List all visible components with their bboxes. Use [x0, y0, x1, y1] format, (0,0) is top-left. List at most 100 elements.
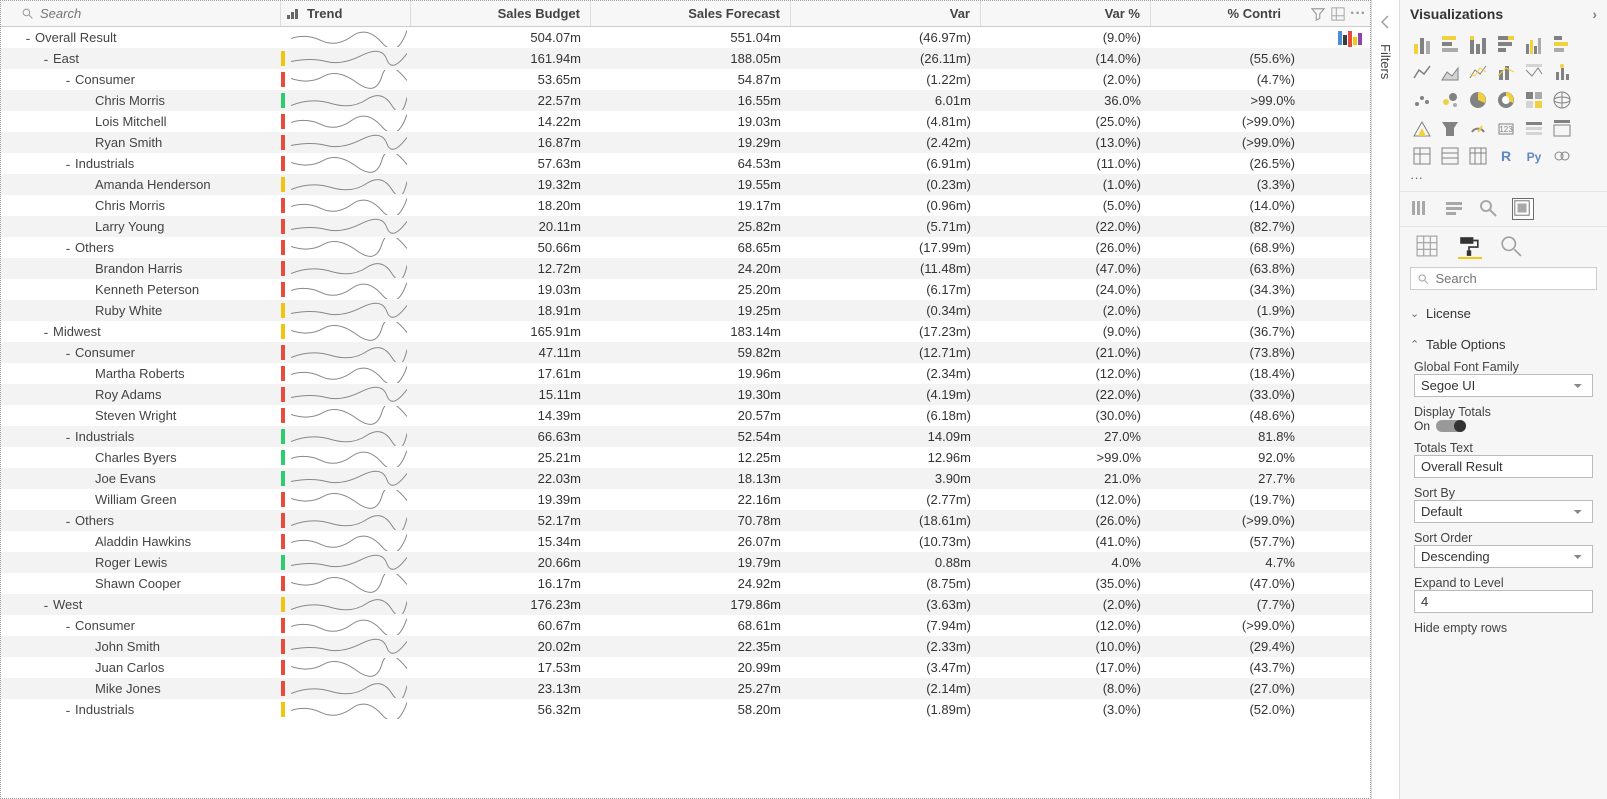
table-row[interactable]: -Overall Result504.07m551.04m(46.97m)(9.… [1, 27, 1370, 48]
table-row[interactable]: -Consumer53.65m54.87m(1.22m)(2.0%)(4.7%) [1, 69, 1370, 90]
expand-level-input[interactable] [1414, 590, 1593, 613]
table-row[interactable]: Roger Lewis20.66m19.79m0.88m4.0%4.7% [1, 552, 1370, 573]
viz-type-icon[interactable] [1438, 116, 1462, 140]
more-options-icon[interactable]: ··· [1350, 6, 1366, 22]
table-row[interactable]: Martha Roberts17.61m19.96m(2.34m)(12.0%)… [1, 363, 1370, 384]
analytics-icon[interactable] [1478, 198, 1500, 220]
viz-type-icon[interactable] [1550, 88, 1574, 112]
table-row[interactable]: Chris Morris18.20m19.17m(0.96m)(5.0%)(14… [1, 195, 1370, 216]
contri-column-header[interactable]: % Contri [1151, 1, 1321, 26]
filters-collapsed-pane[interactable]: Filters [1371, 0, 1399, 799]
table-row[interactable]: Larry Young20.11m25.82m(5.71m)(22.0%)(82… [1, 216, 1370, 237]
sortorder-select[interactable]: Descending [1414, 545, 1593, 568]
viz-type-icon[interactable] [1522, 32, 1546, 56]
forecast-column-header[interactable]: Sales Forecast [591, 1, 791, 26]
font-family-select[interactable]: Segoe UI [1414, 374, 1593, 397]
display-totals-toggle[interactable]: On [1414, 419, 1593, 433]
viz-type-icon[interactable] [1410, 60, 1434, 84]
table-row[interactable]: -Others52.17m70.78m(18.61m)(26.0%)(>99.0… [1, 510, 1370, 531]
expander-icon[interactable]: - [39, 598, 53, 612]
table-row[interactable]: Steven Wright14.39m20.57m(6.18m)(30.0%)(… [1, 405, 1370, 426]
viz-type-icon[interactable] [1522, 60, 1546, 84]
table-row[interactable]: William Green19.39m22.16m(2.77m)(12.0%)(… [1, 489, 1370, 510]
var-column-header[interactable]: Var [791, 1, 981, 26]
table-row[interactable]: -West176.23m179.86m(3.63m)(2.0%)(7.7%) [1, 594, 1370, 615]
format-icon[interactable] [1444, 198, 1466, 220]
table-row[interactable]: Brandon Harris12.72m24.20m(11.48m)(47.0%… [1, 258, 1370, 279]
viz-type-icon[interactable] [1550, 144, 1574, 168]
viz-type-icon[interactable] [1410, 144, 1434, 168]
table-row[interactable]: -Midwest165.91m183.14m(17.23m)(9.0%)(36.… [1, 321, 1370, 342]
table-row[interactable]: Shawn Cooper16.17m24.92m(8.75m)(35.0%)(4… [1, 573, 1370, 594]
table-row[interactable]: Charles Byers25.21m12.25m12.96m>99.0%92.… [1, 447, 1370, 468]
filter-icon[interactable] [1310, 6, 1326, 22]
viz-type-icon[interactable] [1522, 116, 1546, 140]
viz-more-button[interactable]: ··· [1400, 170, 1607, 191]
table-row[interactable]: Ruby White18.91m19.25m(0.34m)(2.0%)(1.9%… [1, 300, 1370, 321]
table-row[interactable]: Aladdin Hawkins15.34m26.07m(10.73m)(41.0… [1, 531, 1370, 552]
custom-format-icon[interactable] [1512, 198, 1534, 220]
expander-icon[interactable]: - [61, 157, 75, 171]
viz-type-icon[interactable] [1494, 88, 1518, 112]
license-section-header[interactable]: ⌄ License [1400, 302, 1607, 325]
expander-icon[interactable]: - [61, 430, 75, 444]
viz-type-icon[interactable] [1466, 60, 1490, 84]
table-row[interactable]: -Consumer47.11m59.82m(12.71m)(21.0%)(73.… [1, 342, 1370, 363]
table-row[interactable]: Chris Morris22.57m16.55m6.01m36.0%>99.0% [1, 90, 1370, 111]
trend-column-header[interactable]: Trend [281, 1, 411, 26]
table-options-section-header[interactable]: ⌃ Table Options [1400, 333, 1607, 356]
viz-type-icon[interactable] [1494, 60, 1518, 84]
viz-type-icon[interactable] [1410, 32, 1434, 56]
expand-pane-icon[interactable] [1378, 14, 1394, 30]
table-row[interactable]: -Industrials56.32m58.20m(1.89m)(3.0%)(52… [1, 699, 1370, 720]
varp-column-header[interactable]: Var % [981, 1, 1151, 26]
viz-type-icon[interactable] [1550, 60, 1574, 84]
tab-magnify[interactable] [1500, 235, 1524, 259]
format-search-input[interactable] [1436, 271, 1591, 286]
totals-text-input[interactable] [1414, 455, 1593, 478]
table-row[interactable]: John Smith20.02m22.35m(2.33m)(10.0%)(29.… [1, 636, 1370, 657]
viz-type-icon[interactable] [1410, 116, 1434, 140]
table-row[interactable]: Roy Adams15.11m19.30m(4.19m)(22.0%)(33.0… [1, 384, 1370, 405]
viz-type-icon[interactable] [1438, 32, 1462, 56]
viz-type-icon[interactable] [1438, 144, 1462, 168]
table-row[interactable]: -Consumer60.67m68.61m(7.94m)(12.0%)(>99.… [1, 615, 1370, 636]
expander-icon[interactable]: - [61, 346, 75, 360]
viz-type-icon[interactable] [1466, 32, 1490, 56]
viz-type-icon[interactable] [1466, 88, 1490, 112]
table-row[interactable]: Amanda Henderson19.32m19.55m(0.23m)(1.0%… [1, 174, 1370, 195]
table-row[interactable]: Ryan Smith16.87m19.29m(2.42m)(13.0%)(>99… [1, 132, 1370, 153]
viz-type-icon[interactable]: Py [1522, 144, 1546, 168]
expander-icon[interactable]: - [61, 619, 75, 633]
viz-type-icon[interactable] [1466, 116, 1490, 140]
viz-type-icon[interactable]: R [1494, 144, 1518, 168]
table-row[interactable]: -Industrials57.63m64.53m(6.91m)(11.0%)(2… [1, 153, 1370, 174]
expander-icon[interactable]: - [39, 325, 53, 339]
table-row[interactable]: Juan Carlos17.53m20.99m(3.47m)(17.0%)(43… [1, 657, 1370, 678]
sortby-select[interactable]: Default [1414, 500, 1593, 523]
expander-icon[interactable]: - [61, 703, 75, 717]
table-row[interactable]: -Others50.66m68.65m(17.99m)(26.0%)(68.9%… [1, 237, 1370, 258]
collapse-pane-icon[interactable]: › [1592, 6, 1597, 22]
expander-icon[interactable]: - [61, 514, 75, 528]
table-row[interactable]: -East161.94m188.05m(26.11m)(14.0%)(55.6%… [1, 48, 1370, 69]
focus-mode-icon[interactable] [1330, 6, 1346, 22]
viz-type-icon[interactable] [1494, 32, 1518, 56]
table-body[interactable]: -Overall Result504.07m551.04m(46.97m)(9.… [1, 27, 1370, 798]
expander-icon[interactable]: - [61, 241, 75, 255]
tab-grid[interactable] [1416, 235, 1440, 259]
search-input[interactable] [40, 6, 220, 21]
table-row[interactable]: Lois Mitchell14.22m19.03m(4.81m)(25.0%)(… [1, 111, 1370, 132]
expander-icon[interactable]: - [39, 52, 53, 66]
budget-column-header[interactable]: Sales Budget [411, 1, 591, 26]
viz-type-icon[interactable] [1522, 88, 1546, 112]
viz-type-icon[interactable] [1550, 116, 1574, 140]
table-row[interactable]: -Industrials66.63m52.54m14.09m27.0%81.8% [1, 426, 1370, 447]
viz-type-icon[interactable] [1466, 144, 1490, 168]
fields-icon[interactable] [1410, 198, 1432, 220]
expander-icon[interactable]: - [61, 73, 75, 87]
table-row[interactable]: Mike Jones23.13m25.27m(2.14m)(8.0%)(27.0… [1, 678, 1370, 699]
table-row[interactable]: Joe Evans22.03m18.13m3.90m21.0%27.7% [1, 468, 1370, 489]
tab-paint-roller[interactable] [1458, 235, 1482, 259]
expander-icon[interactable]: - [21, 31, 35, 45]
